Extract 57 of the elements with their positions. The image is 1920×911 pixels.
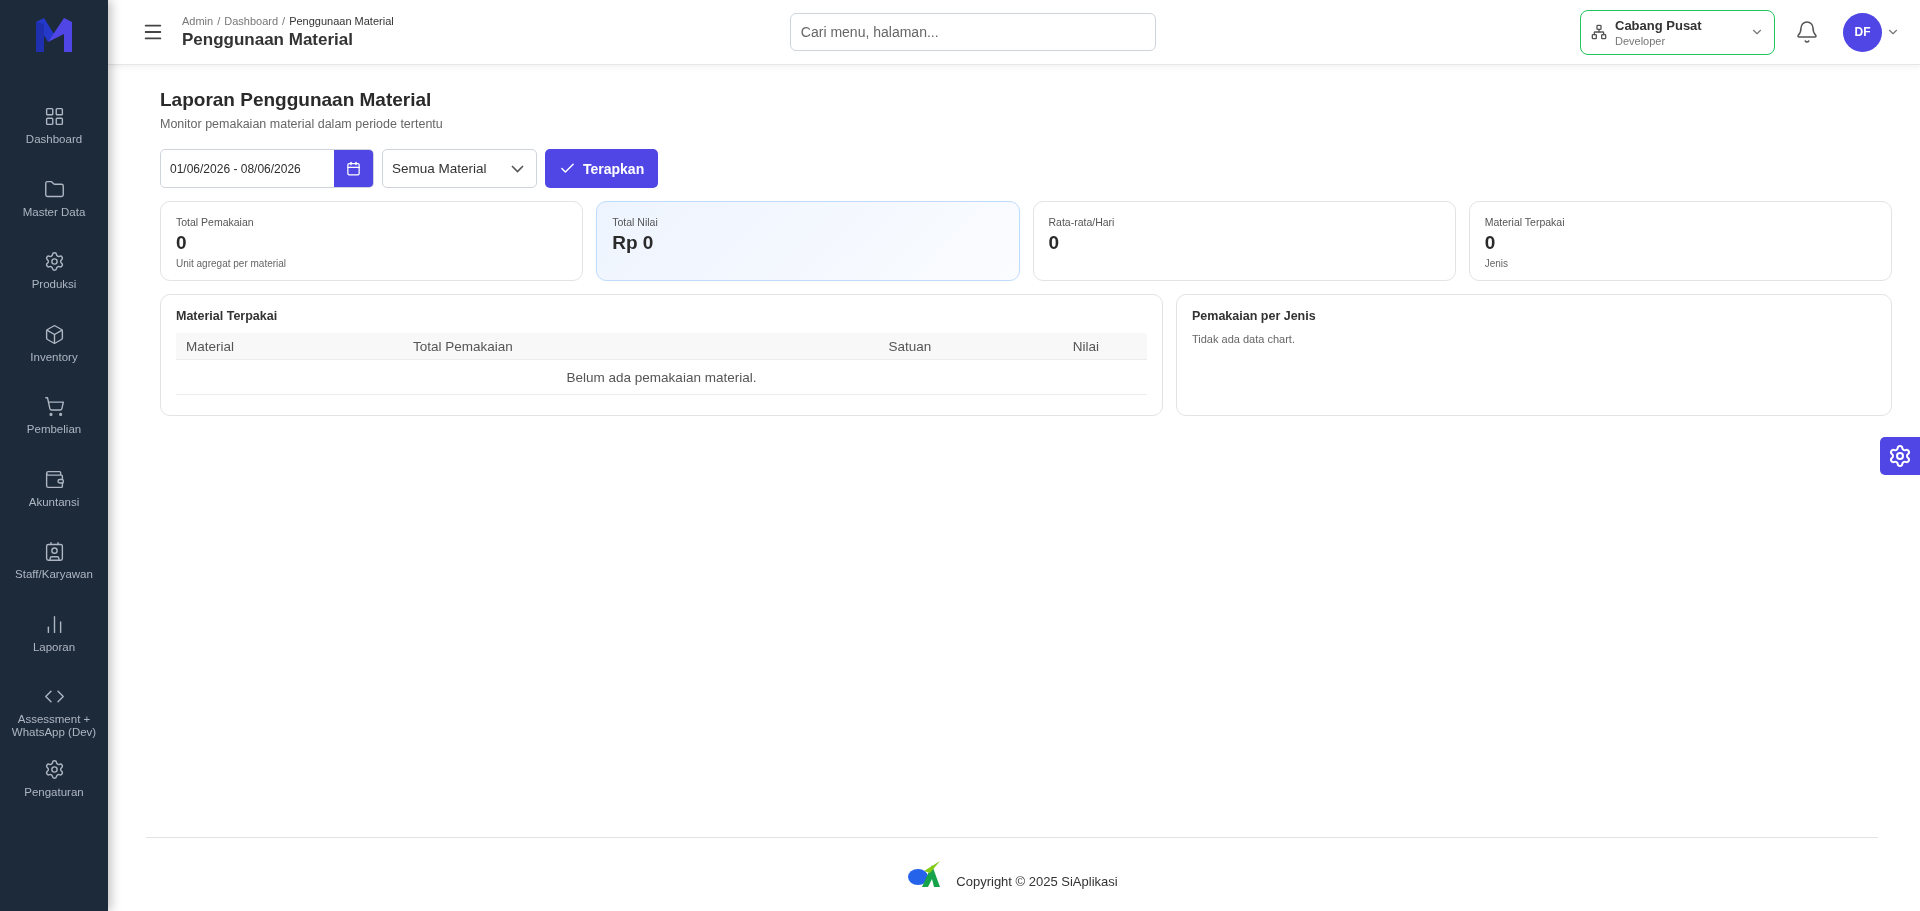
notification-icon[interactable] xyxy=(1795,20,1819,44)
breadcrumb-separator: / xyxy=(282,14,286,27)
stat-note: Jenis xyxy=(1484,258,1510,269)
sidebar-item[interactable]: Pengaturan xyxy=(4,758,104,831)
apply-button[interactable]: Terapkan xyxy=(545,149,659,188)
sidebar-icon xyxy=(43,468,65,490)
copyright-text: Copyright © 2025 SiAplikasi xyxy=(956,874,1118,889)
user-avatar[interactable]: DF xyxy=(1843,12,1882,52)
stat-label: Total Nilai xyxy=(612,216,659,228)
sidebar-icon xyxy=(43,106,65,127)
search-field[interactable]: Cari menu, halaman... xyxy=(789,13,1156,51)
breadcrumb-item: Penggunaan Material xyxy=(289,14,394,27)
sidebar-item[interactable]: Assessment + WhatsApp (Dev) xyxy=(4,686,104,759)
sidebar-icon xyxy=(43,541,65,562)
stat-label: Rata-rata/Hari xyxy=(1048,216,1116,228)
calendar-icon xyxy=(346,161,361,176)
breadcrumb-item[interactable]: Admin xyxy=(182,14,214,27)
sidebar-icon xyxy=(43,323,65,345)
sidebar-icon xyxy=(43,758,65,780)
stat-note: Unit agregat per material xyxy=(176,258,288,269)
sidebar-icon xyxy=(43,178,65,200)
stat-label: Material Terpakai xyxy=(1484,216,1566,228)
calendar-button[interactable] xyxy=(334,150,373,187)
empty-message: Tidak ada data chart. xyxy=(1192,333,1296,345)
header-title: Penggunaan Material xyxy=(182,29,354,50)
sidebar-icon xyxy=(43,396,65,417)
sidebar-item[interactable]: Master Data xyxy=(4,178,104,251)
settings-button[interactable] xyxy=(1880,437,1920,475)
branch-selector[interactable]: Cabang Pusat Developer xyxy=(1580,9,1775,55)
empty-message: Belum ada pemakaian material. xyxy=(176,360,1147,395)
sidebar-item[interactable]: Staff/Karyawan xyxy=(4,541,104,614)
chevron-icon xyxy=(511,164,524,173)
sidebar-icon xyxy=(43,251,65,272)
material-select[interactable]: Semua Material xyxy=(382,149,537,188)
sidebar-item[interactable]: Laporan xyxy=(4,613,104,686)
breadcrumb-separator: / xyxy=(217,14,221,27)
footer-logo xyxy=(906,861,943,889)
card-title: Pemakaian per Jenis xyxy=(1192,309,1317,323)
date-range-field[interactable]: 01/06/2026 - 08/06/2026 xyxy=(160,149,374,188)
hierarchy-icon xyxy=(1591,24,1607,40)
table-header: Material Total Pemakaian Satuan Nilai xyxy=(176,333,1147,360)
sidebar-item[interactable]: Dashboard xyxy=(4,106,104,179)
sidebar-item[interactable]: Produksi xyxy=(4,251,104,324)
stat-value: 0 xyxy=(1048,232,1061,254)
app-logo xyxy=(34,18,74,54)
settings-icon xyxy=(1888,444,1912,468)
sidebar-item[interactable]: Inventory xyxy=(4,323,104,396)
card-title: Material Terpakai xyxy=(176,309,279,323)
page-subtitle: Monitor pemakaian material dalam periode tertentu xyxy=(160,117,444,131)
stat-value: 0 xyxy=(1484,232,1497,254)
stat-value: 0 xyxy=(176,232,188,254)
stat-label: Total Pemakaian xyxy=(176,216,255,228)
sidebar-item[interactable]: Akuntansi xyxy=(4,468,104,541)
page-title: Laporan Penggunaan Material xyxy=(160,89,433,111)
sidebar-item[interactable]: Pembelian xyxy=(4,396,104,469)
stat-value: Rp 0 xyxy=(612,232,655,254)
breadcrumb-item[interactable]: Dashboard xyxy=(224,14,279,27)
